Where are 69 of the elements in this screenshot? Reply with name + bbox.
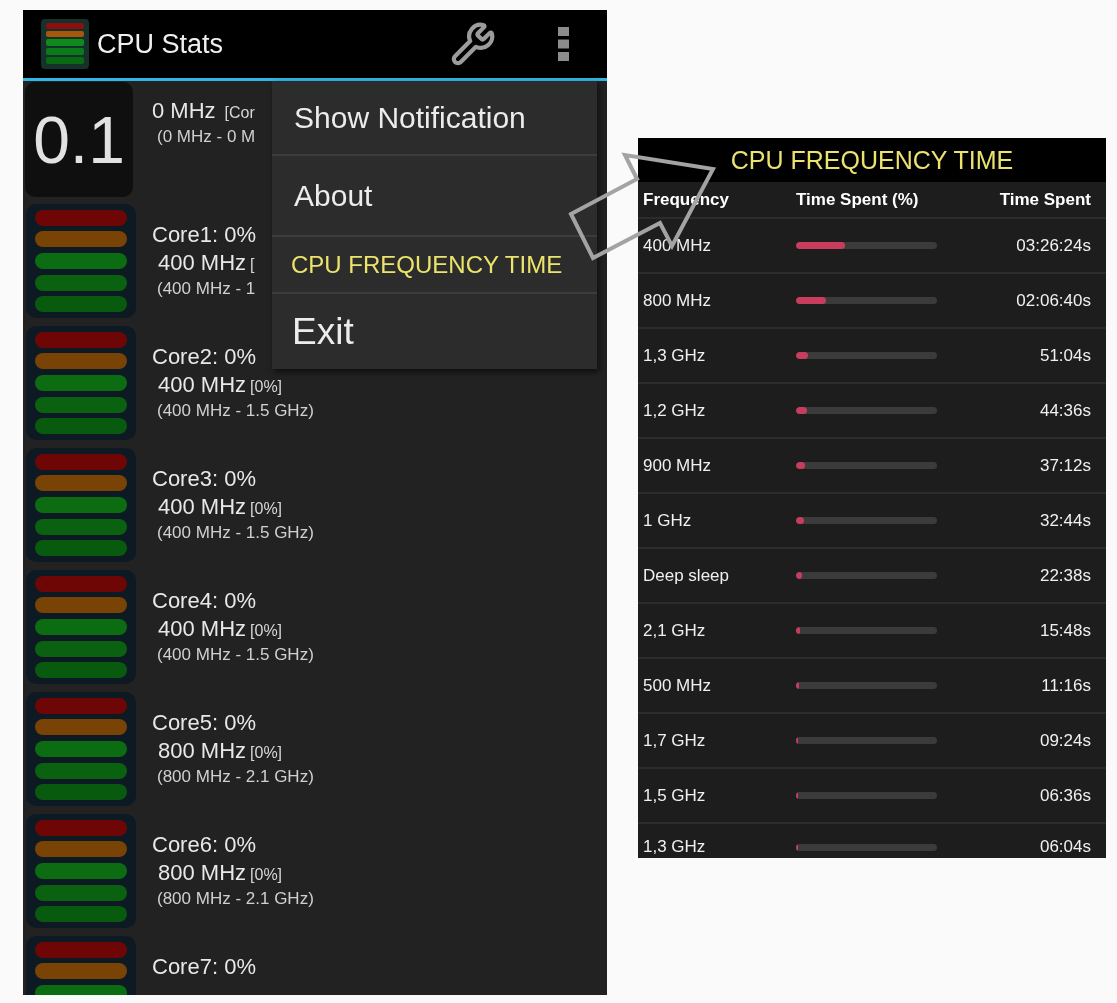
usage-text: [0%] <box>250 743 283 763</box>
frequency-text: 400 MHz <box>158 615 247 643</box>
frequency-range-text: (800 MHz - 2.1 GHz) <box>156 766 314 788</box>
core-usage-label: Core1: 0% <box>152 221 256 249</box>
core-usage-label: Core2: 0% <box>152 343 257 371</box>
time-cell-text: 02:06:40s <box>1015 290 1092 311</box>
usage-text: [ <box>250 255 255 275</box>
frequency-cell-text: 800 MHz <box>642 290 713 311</box>
menu-item[interactable]: About <box>272 156 597 237</box>
stacked-bars-icon <box>41 19 89 69</box>
core-usage-label: Core4: 0% <box>152 587 257 615</box>
frequency-cell-text: Deep sleep <box>642 565 730 586</box>
frequency-text: 400 MHz <box>158 493 247 521</box>
time-cell-text: 09:24s <box>1038 730 1092 751</box>
level-bars-icon <box>26 326 136 440</box>
column-header: Time Spent (%) <box>796 188 920 211</box>
frequency-cell-text: 500 MHz <box>642 675 713 696</box>
frequency-range-text: (800 MHz - 2.1 GHz) <box>156 888 314 910</box>
time-cell-text: 03:26:24s <box>1015 235 1092 256</box>
frequency-cell-text: 1,5 GHz <box>642 785 707 806</box>
usage-text: [0%] <box>250 499 283 519</box>
time-cell-text: 32:44s <box>1038 510 1092 531</box>
core-usage-label: Core7: 0% <box>152 953 256 981</box>
time-cell-text: 11:16s <box>1040 675 1092 696</box>
core-usage-label: Core3: 0% <box>152 465 257 493</box>
frequency-range-text: (400 MHz - 1.5 GHz) <box>156 644 314 666</box>
core-usage-label: Core6: 0% <box>152 831 257 859</box>
frequency-cell-text: 1,3 GHz <box>642 837 707 857</box>
frequency-range-text: (400 MHz - 1.5 GHz) <box>156 522 314 544</box>
time-cell-text: 06:36s <box>1038 785 1092 806</box>
frequency-range-text: (400 MHz - 1.5 GHz) <box>156 400 314 422</box>
frequency-range-text: (0 MHz - 0 M <box>156 126 256 148</box>
time-cell-text: 44:36s <box>1038 400 1092 421</box>
usage-text: [0%] <box>250 621 283 641</box>
usage-text: [Cor <box>224 103 255 123</box>
menu-item[interactable]: Show Notification <box>272 81 597 156</box>
level-bars-icon <box>26 814 136 928</box>
time-cell-text: 06:04s <box>1038 837 1092 857</box>
time-cell-text: 22:38s <box>1038 565 1092 586</box>
time-cell-text: 15:48s <box>1038 620 1092 641</box>
frequency-text: 400 MHz <box>158 371 247 399</box>
usage-text: [0%] <box>250 377 283 397</box>
level-bars-icon <box>26 692 136 806</box>
level-bars-icon <box>26 204 136 318</box>
overflow-menu-icon[interactable] <box>558 27 569 61</box>
menu-item[interactable]: Exit <box>272 294 597 369</box>
frequency-cell-text: 900 MHz <box>642 455 713 476</box>
frequency-cell-text: 1,7 GHz <box>642 730 707 751</box>
frequency-text: 800 MHz <box>158 737 247 765</box>
frequency-range-text: (400 MHz - 1 <box>156 278 256 300</box>
frequency-text: 0 MHz <box>152 97 216 125</box>
frequency-text: 800 MHz <box>158 859 247 887</box>
usage-text: [0%] <box>250 865 283 885</box>
time-cell-text: 37:12s <box>1038 455 1092 476</box>
frequency-cell-text: 1,2 GHz <box>642 400 707 421</box>
core-usage-label: Core5: 0% <box>152 709 257 737</box>
frequency-cell-text: 1,3 GHz <box>642 345 707 366</box>
level-bars-icon <box>26 570 136 684</box>
load-reading-tile: 0.1 <box>25 82 133 197</box>
menu-item[interactable]: CPU FREQUENCY TIME <box>272 237 597 294</box>
app-title: CPU Stats <box>97 28 224 60</box>
frequency-text: 400 MHz <box>158 249 247 277</box>
wrench-icon[interactable] <box>450 21 496 67</box>
frequency-cell-text: 2,1 GHz <box>642 620 707 641</box>
frequency-cell-text: 1 GHz <box>642 510 693 531</box>
panel-title: CPU FREQUENCY TIME <box>730 145 1014 175</box>
column-header: Time Spent <box>998 188 1092 211</box>
level-bars-icon <box>26 448 136 562</box>
time-cell-text: 51:04s <box>1038 345 1092 366</box>
